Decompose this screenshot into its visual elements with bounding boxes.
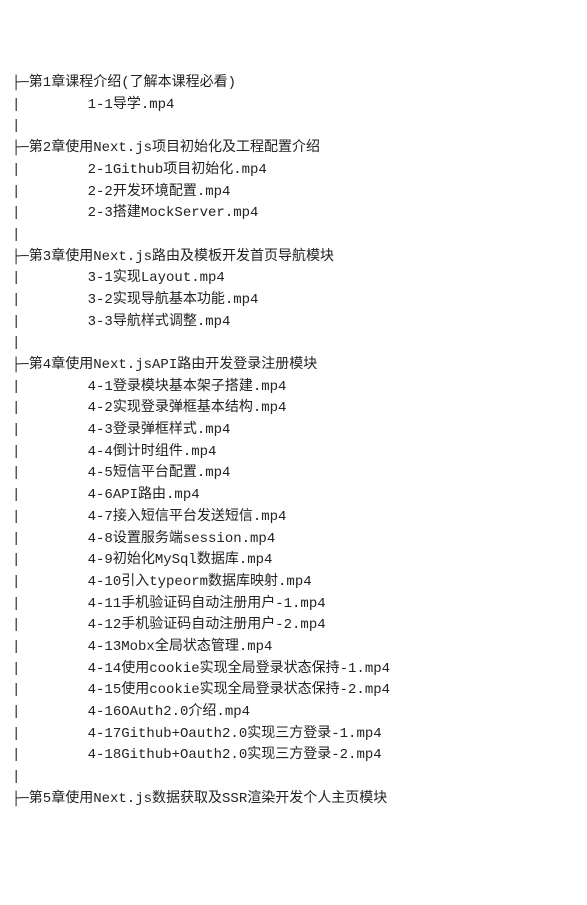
lesson-item: | 3-1实现Layout.mp4 xyxy=(12,268,575,290)
chapter-title: ├─第2章使用Next.js项目初始化及工程配置介绍 xyxy=(12,138,575,160)
lesson-item: | 2-2开发环境配置.mp4 xyxy=(12,182,575,204)
lesson-item: | 4-16OAuth2.0介绍.mp4 xyxy=(12,702,575,724)
spacer-line: | xyxy=(12,116,575,138)
lesson-item: | 2-3搭建MockServer.mp4 xyxy=(12,203,575,225)
chapter-title: ├─第3章使用Next.js路由及模板开发首页导航模块 xyxy=(12,247,575,269)
lesson-item: | 4-6API路由.mp4 xyxy=(12,485,575,507)
lesson-item: | 4-10引入typeorm数据库映射.mp4 xyxy=(12,572,575,594)
directory-tree: ├─第1章课程介绍(了解本课程必看)| 1-1导学.mp4|├─第2章使用Nex… xyxy=(12,73,575,810)
lesson-item: | 3-2实现导航基本功能.mp4 xyxy=(12,290,575,312)
spacer-line: | xyxy=(12,225,575,247)
spacer-line: | xyxy=(12,767,575,789)
lesson-item: | 4-18Github+Oauth2.0实现三方登录-2.mp4 xyxy=(12,745,575,767)
lesson-item: | 4-7接入短信平台发送短信.mp4 xyxy=(12,507,575,529)
lesson-item: | 2-1Github项目初始化.mp4 xyxy=(12,160,575,182)
lesson-item: | 4-8设置服务端session.mp4 xyxy=(12,529,575,551)
lesson-item: | 4-9初始化MySql数据库.mp4 xyxy=(12,550,575,572)
chapter-title: ├─第4章使用Next.jsAPI路由开发登录注册模块 xyxy=(12,355,575,377)
lesson-item: | 4-13Mobx全局状态管理.mp4 xyxy=(12,637,575,659)
lesson-item: | 4-4倒计时组件.mp4 xyxy=(12,442,575,464)
spacer-line: | xyxy=(12,333,575,355)
lesson-item: | 4-12手机验证码自动注册用户-2.mp4 xyxy=(12,615,575,637)
lesson-item: | 4-2实现登录弹框基本结构.mp4 xyxy=(12,398,575,420)
lesson-item: | 4-11手机验证码自动注册用户-1.mp4 xyxy=(12,594,575,616)
lesson-item: | 1-1导学.mp4 xyxy=(12,95,575,117)
lesson-item: | 4-5短信平台配置.mp4 xyxy=(12,463,575,485)
lesson-item: | 4-17Github+Oauth2.0实现三方登录-1.mp4 xyxy=(12,724,575,746)
lesson-item: | 4-1登录模块基本架子搭建.mp4 xyxy=(12,377,575,399)
lesson-item: | 4-3登录弹框样式.mp4 xyxy=(12,420,575,442)
chapter-title: ├─第1章课程介绍(了解本课程必看) xyxy=(12,73,575,95)
lesson-item: | 3-3导航样式调整.mp4 xyxy=(12,312,575,334)
chapter-title: ├─第5章使用Next.js数据获取及SSR渲染开发个人主页模块 xyxy=(12,789,575,811)
lesson-item: | 4-14使用cookie实现全局登录状态保持-1.mp4 xyxy=(12,659,575,681)
lesson-item: | 4-15使用cookie实现全局登录状态保持-2.mp4 xyxy=(12,680,575,702)
